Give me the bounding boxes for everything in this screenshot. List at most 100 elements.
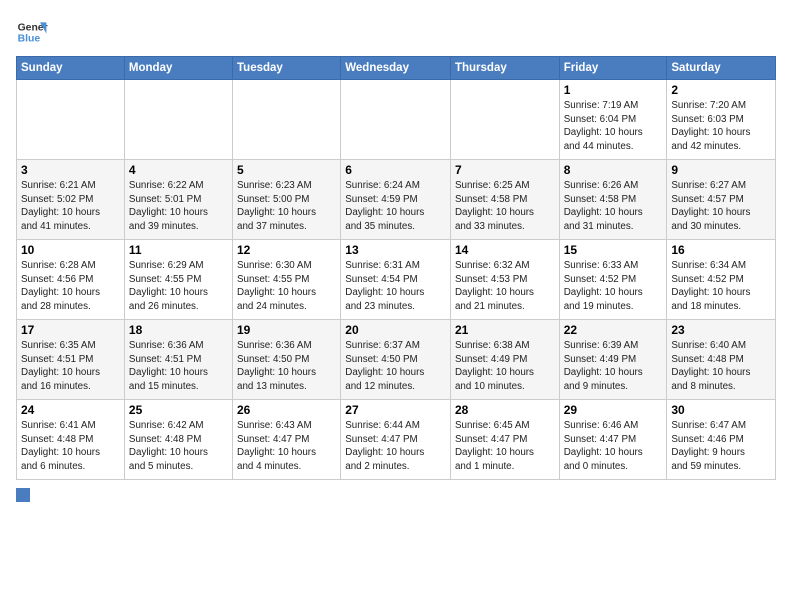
calendar-day-cell: 9 Sunrise: 6:27 AM Sunset: 4:57 PM Daylig… bbox=[667, 160, 776, 240]
calendar-table: SundayMondayTuesdayWednesdayThursdayFrid… bbox=[16, 56, 776, 480]
day-number: 17 bbox=[21, 323, 120, 337]
calendar-header-day: Wednesday bbox=[341, 57, 451, 80]
calendar-day-cell: 15 Sunrise: 6:33 AM Sunset: 4:52 PM Dayli… bbox=[559, 240, 667, 320]
day-number: 30 bbox=[671, 403, 771, 417]
calendar-day-cell: 27 Sunrise: 6:44 AM Sunset: 4:47 PM Dayli… bbox=[341, 400, 451, 480]
day-info: Sunrise: 6:27 AM Sunset: 4:57 PM Dayligh… bbox=[671, 179, 771, 234]
day-info: Sunrise: 6:47 AM Sunset: 4:46 PM Dayligh… bbox=[671, 419, 771, 474]
calendar-day-cell: 1Sunrise: 7:19 AM Sunset: 6:04 PM Daylig… bbox=[559, 80, 667, 160]
calendar-day-cell: 4 Sunrise: 6:22 AM Sunset: 5:01 PM Daylig… bbox=[124, 160, 232, 240]
calendar-header-day: Sunday bbox=[17, 57, 125, 80]
calendar-day-cell: 30 Sunrise: 6:47 AM Sunset: 4:46 PM Dayli… bbox=[667, 400, 776, 480]
calendar-day-cell: 18Sunrise: 6:36 AM Sunset: 4:51 PM Dayli… bbox=[124, 320, 232, 400]
day-number: 16 bbox=[671, 243, 771, 257]
day-number: 23 bbox=[671, 323, 771, 337]
day-number: 13 bbox=[345, 243, 446, 257]
day-number: 9 bbox=[671, 163, 771, 177]
calendar-day-cell: 12 Sunrise: 6:30 AM Sunset: 4:55 PM Dayli… bbox=[233, 240, 341, 320]
day-info: Sunrise: 6:31 AM Sunset: 4:54 PM Dayligh… bbox=[345, 259, 446, 314]
logo-icon: General Blue bbox=[16, 16, 48, 48]
day-info: Sunrise: 6:33 AM Sunset: 4:52 PM Dayligh… bbox=[564, 259, 663, 314]
day-info: Sunrise: 6:41 AM Sunset: 4:48 PM Dayligh… bbox=[21, 419, 120, 474]
calendar-day-cell: 24 Sunrise: 6:41 AM Sunset: 4:48 PM Dayli… bbox=[17, 400, 125, 480]
calendar-day-cell: 17 Sunrise: 6:35 AM Sunset: 4:51 PM Dayli… bbox=[17, 320, 125, 400]
day-number: 12 bbox=[237, 243, 336, 257]
day-number: 11 bbox=[129, 243, 228, 257]
calendar-day-cell: 14 Sunrise: 6:32 AM Sunset: 4:53 PM Dayli… bbox=[450, 240, 559, 320]
calendar-day-cell bbox=[124, 80, 232, 160]
day-info: Sunrise: 6:37 AM Sunset: 4:50 PM Dayligh… bbox=[345, 339, 446, 394]
calendar-week-row: 17 Sunrise: 6:35 AM Sunset: 4:51 PM Dayli… bbox=[17, 320, 776, 400]
calendar-week-row: 3Sunrise: 6:21 AM Sunset: 5:02 PM Daylig… bbox=[17, 160, 776, 240]
day-info: Sunrise: 6:43 AM Sunset: 4:47 PM Dayligh… bbox=[237, 419, 336, 474]
logo: General Blue bbox=[16, 16, 48, 48]
calendar-day-cell: 11Sunrise: 6:29 AM Sunset: 4:55 PM Dayli… bbox=[124, 240, 232, 320]
day-info: Sunrise: 6:24 AM Sunset: 4:59 PM Dayligh… bbox=[345, 179, 446, 234]
calendar-day-cell bbox=[17, 80, 125, 160]
day-info: Sunrise: 6:42 AM Sunset: 4:48 PM Dayligh… bbox=[129, 419, 228, 474]
day-info: Sunrise: 6:44 AM Sunset: 4:47 PM Dayligh… bbox=[345, 419, 446, 474]
day-info: Sunrise: 6:32 AM Sunset: 4:53 PM Dayligh… bbox=[455, 259, 555, 314]
day-number: 28 bbox=[455, 403, 555, 417]
day-number: 4 bbox=[129, 163, 228, 177]
day-info: Sunrise: 7:20 AM Sunset: 6:03 PM Dayligh… bbox=[671, 99, 771, 154]
day-info: Sunrise: 6:26 AM Sunset: 4:58 PM Dayligh… bbox=[564, 179, 663, 234]
day-number: 2 bbox=[671, 83, 771, 97]
calendar-day-cell: 21 Sunrise: 6:38 AM Sunset: 4:49 PM Dayli… bbox=[450, 320, 559, 400]
day-info: Sunrise: 6:38 AM Sunset: 4:49 PM Dayligh… bbox=[455, 339, 555, 394]
day-number: 18 bbox=[129, 323, 228, 337]
calendar-header-row: SundayMondayTuesdayWednesdayThursdayFrid… bbox=[17, 57, 776, 80]
day-info: Sunrise: 6:28 AM Sunset: 4:56 PM Dayligh… bbox=[21, 259, 120, 314]
calendar-day-cell: 20Sunrise: 6:37 AM Sunset: 4:50 PM Dayli… bbox=[341, 320, 451, 400]
day-info: Sunrise: 6:25 AM Sunset: 4:58 PM Dayligh… bbox=[455, 179, 555, 234]
day-number: 26 bbox=[237, 403, 336, 417]
calendar-day-cell: 6Sunrise: 6:24 AM Sunset: 4:59 PM Daylig… bbox=[341, 160, 451, 240]
day-info: Sunrise: 6:36 AM Sunset: 4:50 PM Dayligh… bbox=[237, 339, 336, 394]
day-number: 10 bbox=[21, 243, 120, 257]
day-info: Sunrise: 6:45 AM Sunset: 4:47 PM Dayligh… bbox=[455, 419, 555, 474]
svg-text:Blue: Blue bbox=[18, 34, 41, 45]
calendar-day-cell: 8 Sunrise: 6:26 AM Sunset: 4:58 PM Daylig… bbox=[559, 160, 667, 240]
calendar-day-cell: 3Sunrise: 6:21 AM Sunset: 5:02 PM Daylig… bbox=[17, 160, 125, 240]
calendar-header-day: Monday bbox=[124, 57, 232, 80]
calendar-day-cell: 23Sunrise: 6:40 AM Sunset: 4:48 PM Dayli… bbox=[667, 320, 776, 400]
day-info: Sunrise: 6:34 AM Sunset: 4:52 PM Dayligh… bbox=[671, 259, 771, 314]
calendar-day-cell bbox=[341, 80, 451, 160]
day-number: 25 bbox=[129, 403, 228, 417]
day-info: Sunrise: 6:30 AM Sunset: 4:55 PM Dayligh… bbox=[237, 259, 336, 314]
legend bbox=[16, 488, 776, 502]
calendar-header-day: Tuesday bbox=[233, 57, 341, 80]
day-number: 27 bbox=[345, 403, 446, 417]
calendar-day-cell: 19 Sunrise: 6:36 AM Sunset: 4:50 PM Dayli… bbox=[233, 320, 341, 400]
day-info: Sunrise: 6:35 AM Sunset: 4:51 PM Dayligh… bbox=[21, 339, 120, 394]
day-info: Sunrise: 6:39 AM Sunset: 4:49 PM Dayligh… bbox=[564, 339, 663, 394]
calendar-day-cell: 29 Sunrise: 6:46 AM Sunset: 4:47 PM Dayli… bbox=[559, 400, 667, 480]
day-info: Sunrise: 6:21 AM Sunset: 5:02 PM Dayligh… bbox=[21, 179, 120, 234]
day-info: Sunrise: 6:46 AM Sunset: 4:47 PM Dayligh… bbox=[564, 419, 663, 474]
calendar-day-cell: 5Sunrise: 6:23 AM Sunset: 5:00 PM Daylig… bbox=[233, 160, 341, 240]
calendar-header-day: Saturday bbox=[667, 57, 776, 80]
day-number: 8 bbox=[564, 163, 663, 177]
day-number: 15 bbox=[564, 243, 663, 257]
day-info: Sunrise: 6:22 AM Sunset: 5:01 PM Dayligh… bbox=[129, 179, 228, 234]
calendar-day-cell: 28 Sunrise: 6:45 AM Sunset: 4:47 PM Dayli… bbox=[450, 400, 559, 480]
day-number: 21 bbox=[455, 323, 555, 337]
calendar-week-row: 1Sunrise: 7:19 AM Sunset: 6:04 PM Daylig… bbox=[17, 80, 776, 160]
day-number: 29 bbox=[564, 403, 663, 417]
calendar-day-cell bbox=[233, 80, 341, 160]
calendar-header-day: Thursday bbox=[450, 57, 559, 80]
legend-color-box bbox=[16, 488, 30, 502]
day-number: 14 bbox=[455, 243, 555, 257]
calendar-day-cell: 22Sunrise: 6:39 AM Sunset: 4:49 PM Dayli… bbox=[559, 320, 667, 400]
calendar-week-row: 24 Sunrise: 6:41 AM Sunset: 4:48 PM Dayli… bbox=[17, 400, 776, 480]
day-number: 24 bbox=[21, 403, 120, 417]
day-info: Sunrise: 7:19 AM Sunset: 6:04 PM Dayligh… bbox=[564, 99, 663, 154]
day-number: 19 bbox=[237, 323, 336, 337]
calendar-day-cell: 16 Sunrise: 6:34 AM Sunset: 4:52 PM Dayli… bbox=[667, 240, 776, 320]
calendar-header-day: Friday bbox=[559, 57, 667, 80]
day-number: 7 bbox=[455, 163, 555, 177]
calendar-day-cell: 13 Sunrise: 6:31 AM Sunset: 4:54 PM Dayli… bbox=[341, 240, 451, 320]
calendar-day-cell: 10 Sunrise: 6:28 AM Sunset: 4:56 PM Dayli… bbox=[17, 240, 125, 320]
calendar-day-cell: 26 Sunrise: 6:43 AM Sunset: 4:47 PM Dayli… bbox=[233, 400, 341, 480]
day-info: Sunrise: 6:23 AM Sunset: 5:00 PM Dayligh… bbox=[237, 179, 336, 234]
